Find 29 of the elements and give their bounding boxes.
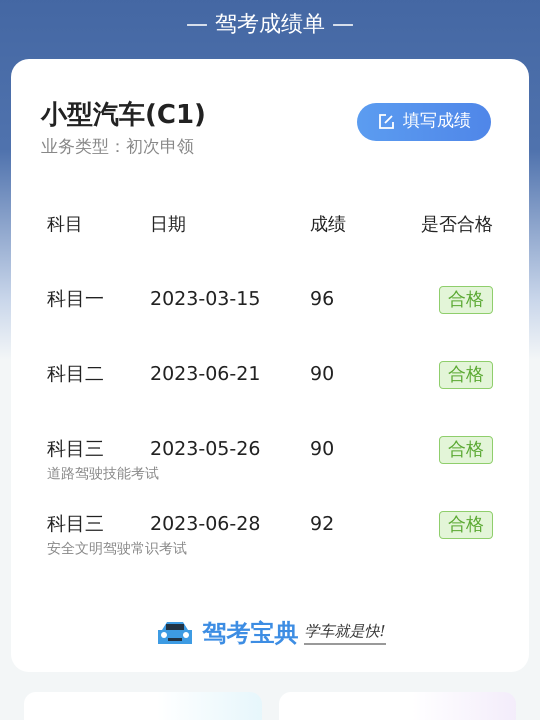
column-header: 科目	[47, 213, 84, 237]
score-cell-text: 90	[310, 362, 336, 388]
business-type: 业务类型：初次申领	[41, 136, 195, 159]
result-badge: 合格	[439, 360, 493, 388]
subject-cell-text: 科目三	[47, 512, 105, 538]
subject-cell-text: 科目三	[47, 437, 105, 462]
result-badge: 合格	[439, 510, 493, 538]
date-cell-text: 2023-05-26	[150, 437, 262, 462]
score-cell-text: 90	[310, 437, 336, 462]
brand-name: 驾考宝典	[202, 618, 298, 648]
date-cell-text: 2023-03-15	[150, 287, 262, 312]
score-cell-text: 92	[310, 512, 336, 538]
edit-icon	[377, 113, 395, 131]
subject-note: 安全文明驾驶常识考试	[47, 540, 188, 558]
subject-cell-text: 科目一	[47, 287, 105, 312]
column-header: 成绩	[310, 213, 347, 237]
page-title: — 驾考成绩单 —	[186, 10, 354, 38]
result-badge: 合格	[439, 436, 493, 464]
column-header: 是否合格	[421, 213, 493, 237]
score-cell-text: 96	[310, 287, 336, 312]
subject-note: 道路驾驶技能考试	[47, 464, 160, 482]
vehicle-title: 小型汽车(C1)	[41, 99, 206, 131]
subject-cell-text: 科目二	[47, 362, 105, 388]
fill-score-button[interactable]: 填写成绩	[357, 103, 491, 141]
brand-slogan: 学车就是快!	[304, 620, 386, 645]
result-badge: 合格	[439, 286, 493, 314]
date-cell-text: 2023-06-21	[150, 362, 262, 388]
column-header: 日期	[150, 213, 187, 237]
date-cell-text: 2023-06-28	[150, 512, 262, 538]
